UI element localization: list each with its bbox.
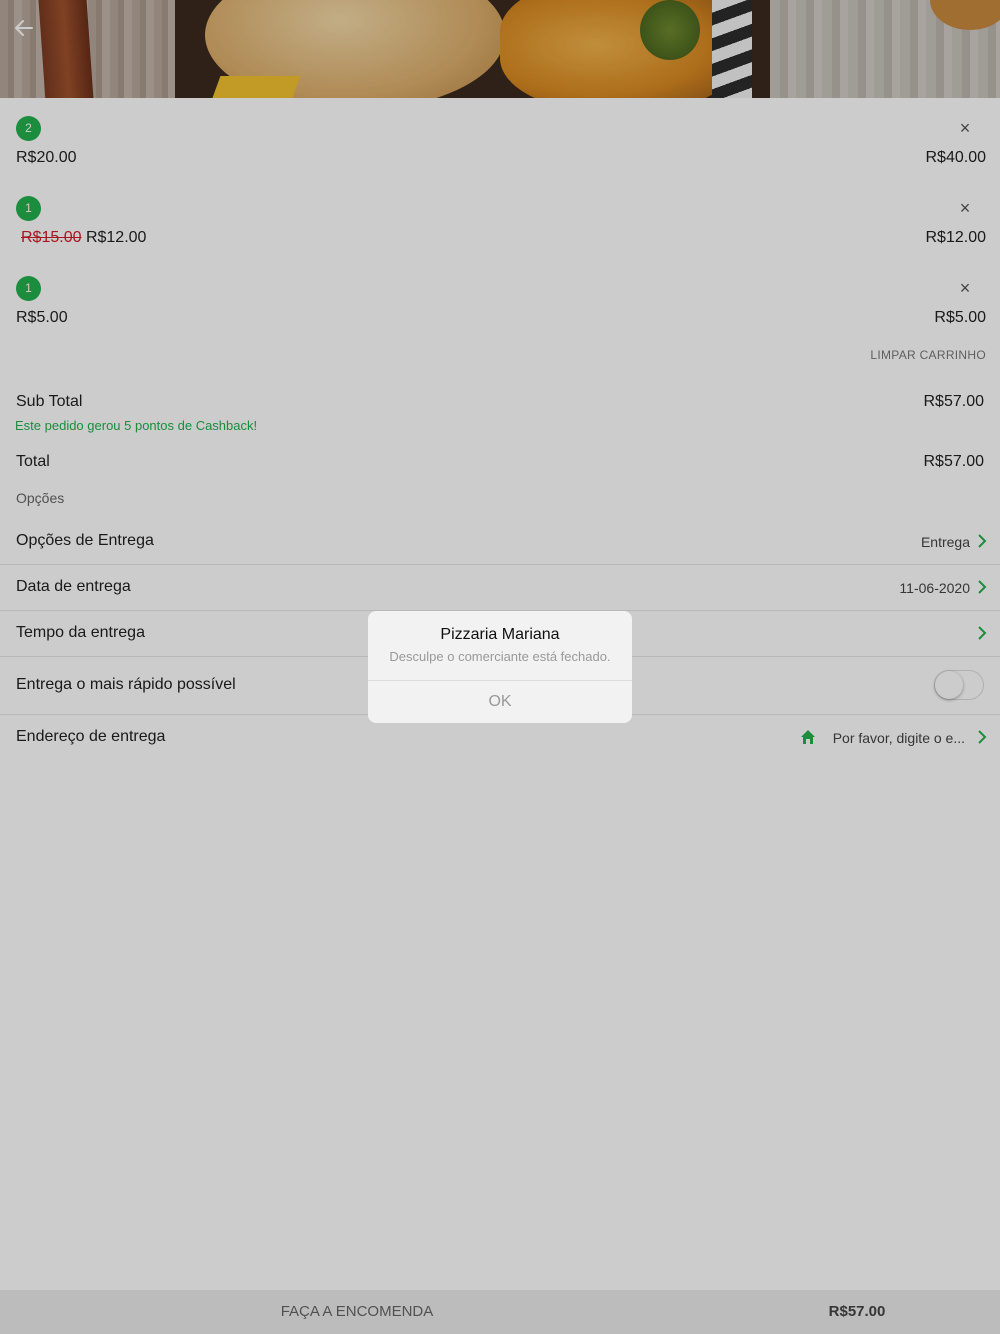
dialog-message: Desculpe o comerciante está fechado.: [389, 649, 611, 664]
dialog-title: Pizzaria Mariana: [440, 626, 560, 643]
dialog-ok-button[interactable]: OK: [368, 681, 632, 723]
alert-dialog: Pizzaria Mariana Desculpe o comerciante …: [368, 611, 632, 723]
